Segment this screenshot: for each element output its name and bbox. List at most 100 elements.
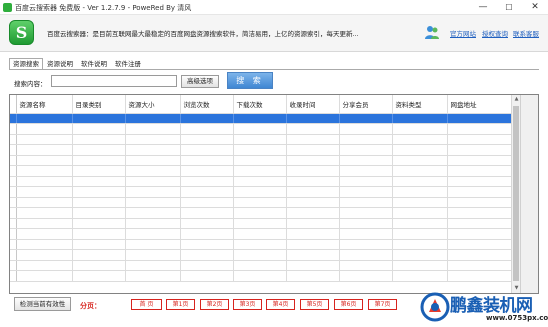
table-cell[interactable] xyxy=(233,228,287,240)
vertical-scrollbar[interactable]: ▲ ▼ xyxy=(511,95,520,293)
results-grid[interactable]: 资源名称 目录类别 资源大小 浏览次数 下载次数 收录时间 分享会员 资料类型 … xyxy=(9,94,539,294)
table-cell[interactable] xyxy=(233,186,287,198)
page-1-button[interactable]: 第1页 xyxy=(166,299,195,310)
table-row[interactable] xyxy=(10,155,512,166)
table-cell[interactable] xyxy=(392,207,448,219)
table-cell[interactable] xyxy=(72,228,126,240)
table-cell[interactable] xyxy=(392,239,448,250)
table-cell[interactable] xyxy=(125,197,181,208)
page-2-button[interactable]: 第2页 xyxy=(200,299,229,310)
table-cell[interactable] xyxy=(392,228,448,240)
table-row[interactable] xyxy=(10,134,512,145)
table-cell[interactable] xyxy=(339,207,393,219)
table-cell[interactable] xyxy=(125,228,181,240)
table-row[interactable] xyxy=(10,113,512,124)
table-cell[interactable] xyxy=(392,123,448,135)
table-cell[interactable] xyxy=(286,144,340,156)
table-cell[interactable] xyxy=(286,134,340,145)
page-3-button[interactable]: 第3页 xyxy=(233,299,262,310)
table-cell[interactable] xyxy=(233,165,287,177)
table-cell[interactable] xyxy=(125,165,181,177)
table-cell[interactable] xyxy=(339,144,393,156)
table-row[interactable] xyxy=(10,249,512,261)
minimize-button[interactable]: — xyxy=(470,0,496,15)
table-cell[interactable] xyxy=(392,218,448,229)
table-cell[interactable] xyxy=(447,260,512,271)
table-cell[interactable] xyxy=(72,207,126,219)
table-row[interactable] xyxy=(10,197,512,208)
table-cell[interactable] xyxy=(125,270,181,282)
license-query-link[interactable]: 授权查询 xyxy=(482,28,508,38)
check-validity-button[interactable]: 检测当前有效性 xyxy=(14,297,71,311)
table-cell[interactable] xyxy=(16,134,73,145)
table-cell[interactable] xyxy=(392,270,448,282)
table-row[interactable] xyxy=(10,144,512,156)
table-cell[interactable] xyxy=(72,197,126,208)
table-cell[interactable] xyxy=(72,134,126,145)
contact-support-link[interactable]: 联系客服 xyxy=(513,28,539,38)
table-cell[interactable] xyxy=(180,113,234,124)
table-cell[interactable] xyxy=(180,144,234,156)
table-row[interactable] xyxy=(10,260,512,271)
tab-software-info[interactable]: 软件说明 xyxy=(77,58,111,69)
table-cell[interactable] xyxy=(339,165,393,177)
table-cell[interactable] xyxy=(16,260,73,271)
table-cell[interactable] xyxy=(447,270,512,282)
table-cell[interactable] xyxy=(447,186,512,198)
table-cell[interactable] xyxy=(447,176,512,187)
table-cell[interactable] xyxy=(233,113,287,124)
table-cell[interactable] xyxy=(286,260,340,271)
table-cell[interactable] xyxy=(233,197,287,208)
maximize-button[interactable]: ☐ xyxy=(496,0,522,15)
table-cell[interactable] xyxy=(392,197,448,208)
table-cell[interactable] xyxy=(72,218,126,229)
table-cell[interactable] xyxy=(339,260,393,271)
table-cell[interactable] xyxy=(125,176,181,187)
table-cell[interactable] xyxy=(72,270,126,282)
table-cell[interactable] xyxy=(125,123,181,135)
table-cell[interactable] xyxy=(447,155,512,166)
table-cell[interactable] xyxy=(16,270,73,282)
page-6-button[interactable]: 第6页 xyxy=(334,299,363,310)
table-row[interactable] xyxy=(10,207,512,219)
table-cell[interactable] xyxy=(72,176,126,187)
table-cell[interactable] xyxy=(72,186,126,198)
column-header[interactable]: 分享会员 xyxy=(339,95,393,114)
table-cell[interactable] xyxy=(180,228,234,240)
table-cell[interactable] xyxy=(125,239,181,250)
search-input[interactable] xyxy=(51,75,177,87)
table-cell[interactable] xyxy=(286,197,340,208)
column-header[interactable]: 资料类型 xyxy=(392,95,448,114)
table-cell[interactable] xyxy=(286,239,340,250)
table-cell[interactable] xyxy=(125,249,181,261)
table-cell[interactable] xyxy=(339,186,393,198)
table-cell[interactable] xyxy=(233,155,287,166)
table-cell[interactable] xyxy=(125,207,181,219)
table-cell[interactable] xyxy=(16,113,73,124)
column-header[interactable]: 浏览次数 xyxy=(180,95,234,114)
table-cell[interactable] xyxy=(392,113,448,124)
column-header[interactable]: 收录时间 xyxy=(286,95,340,114)
table-cell[interactable] xyxy=(72,155,126,166)
table-cell[interactable] xyxy=(16,165,73,177)
table-cell[interactable] xyxy=(233,218,287,229)
table-cell[interactable] xyxy=(447,165,512,177)
table-cell[interactable] xyxy=(125,186,181,198)
table-cell[interactable] xyxy=(16,249,73,261)
column-header[interactable]: 资源名称 xyxy=(16,95,73,114)
table-cell[interactable] xyxy=(339,228,393,240)
table-cell[interactable] xyxy=(447,197,512,208)
column-header[interactable]: 下载次数 xyxy=(233,95,287,114)
table-cell[interactable] xyxy=(286,218,340,229)
table-cell[interactable] xyxy=(16,186,73,198)
column-header[interactable]: 资源大小 xyxy=(125,95,181,114)
table-cell[interactable] xyxy=(125,144,181,156)
table-cell[interactable] xyxy=(16,155,73,166)
table-cell[interactable] xyxy=(339,249,393,261)
table-cell[interactable] xyxy=(447,113,512,124)
table-cell[interactable] xyxy=(392,155,448,166)
table-cell[interactable] xyxy=(286,228,340,240)
official-site-link[interactable]: 官方网站 xyxy=(450,28,476,38)
table-cell[interactable] xyxy=(286,207,340,219)
column-header[interactable]: 目录类别 xyxy=(72,95,126,114)
